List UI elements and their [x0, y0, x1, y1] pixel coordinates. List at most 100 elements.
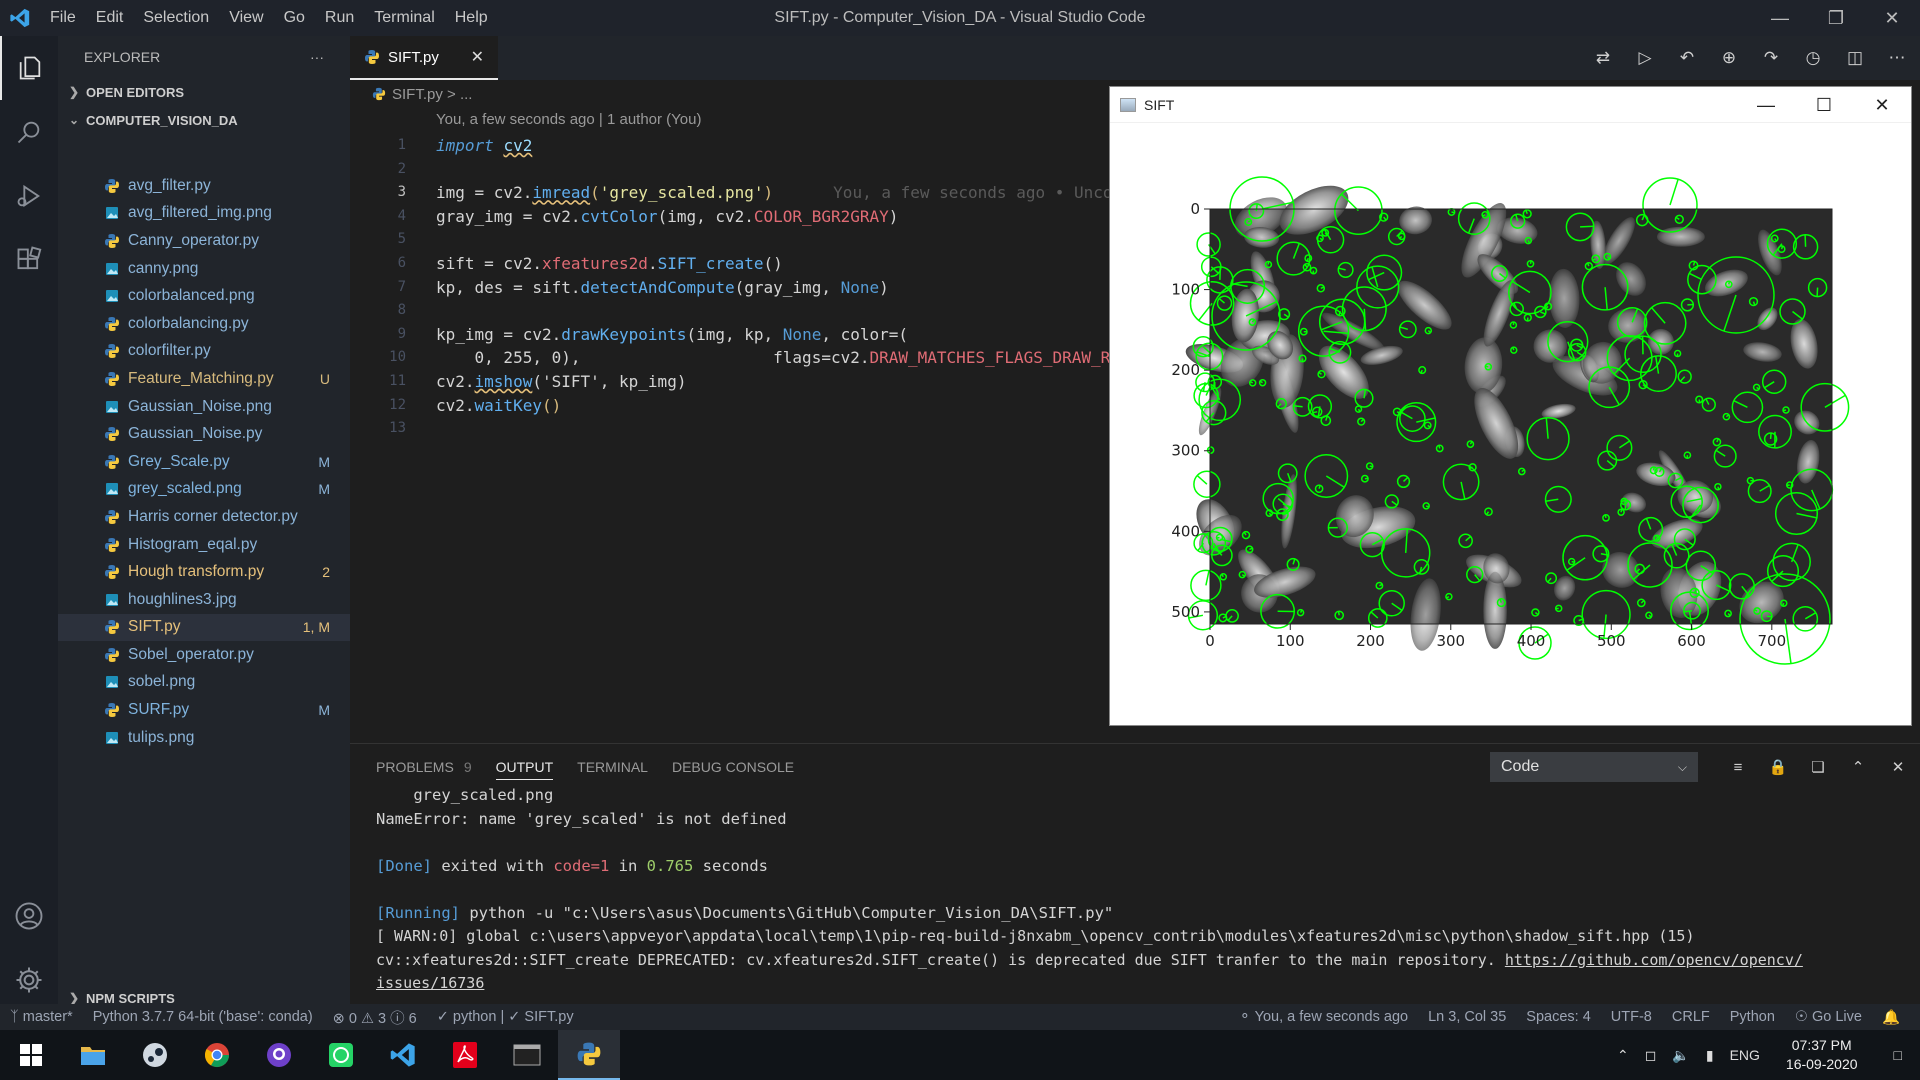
wifi-icon[interactable]: ◻	[1637, 1047, 1665, 1064]
language-mode[interactable]: Python	[1720, 1009, 1785, 1026]
sift-close-button[interactable]: ✕	[1853, 87, 1911, 123]
more-actions-icon[interactable]: ⋯	[1886, 48, 1908, 68]
extensions-icon[interactable]	[0, 228, 58, 292]
file-item[interactable]: Harris corner detector.py	[58, 503, 350, 531]
problems-summary[interactable]: ⊗ 0 ⚠ 3 ⓘ 6	[323, 1007, 427, 1028]
settings-gear-icon[interactable]	[0, 948, 58, 1012]
clock[interactable]: 07:37 PM 16-09-2020	[1768, 1036, 1876, 1074]
file-item[interactable]: Histogram_eqal.py	[58, 531, 350, 559]
run-file-icon[interactable]: ▷	[1634, 48, 1656, 68]
run-debug-icon[interactable]	[0, 164, 58, 228]
sift-maximize-button[interactable]: ☐	[1795, 87, 1853, 123]
tray-chevron-up-icon[interactable]: ⌃	[1609, 1047, 1637, 1064]
tab-close-icon[interactable]: ✕	[471, 47, 484, 67]
file-item[interactable]: Gaussian_Noise.png	[58, 393, 350, 421]
file-item[interactable]: Feature_Matching.py U	[58, 365, 350, 393]
tab-sift-py[interactable]: SIFT.py ✕	[350, 36, 498, 80]
open-editors-section[interactable]: ❯ OPEN EDITORS	[58, 78, 350, 106]
file-item[interactable]: canny.png	[58, 255, 350, 283]
file-item[interactable]: avg_filter.py	[58, 172, 350, 200]
file-item[interactable]: Hough transform.py 2	[58, 558, 350, 586]
python-taskbar-icon[interactable]	[558, 1030, 620, 1080]
whatsapp-icon[interactable]	[310, 1030, 372, 1080]
vscode-taskbar-icon[interactable]	[372, 1030, 434, 1080]
explorer-more-button[interactable]: ···	[310, 49, 324, 65]
file-item[interactable]: Sobel_operator.py	[58, 641, 350, 669]
tab-terminal[interactable]: TERMINAL	[577, 759, 648, 775]
minimize-button[interactable]: —	[1752, 0, 1808, 36]
restore-button[interactable]: ❐	[1808, 0, 1864, 36]
steam-icon[interactable]	[124, 1030, 186, 1080]
output-log[interactable]: grey_scaled.png NameError: name 'grey_sc…	[376, 784, 1900, 996]
menu-file[interactable]: File	[40, 0, 86, 36]
file-item[interactable]: colorbalanced.png	[58, 282, 350, 310]
python-interpreter[interactable]: Python 3.7.7 64-bit ('base': conda)	[83, 1009, 323, 1025]
file-item[interactable]: colorbalancing.py	[58, 310, 350, 338]
menu-terminal[interactable]: Terminal	[364, 0, 444, 36]
folder-section[interactable]: ⌄ COMPUTER_VISION_DA	[58, 106, 350, 134]
blame-status[interactable]: ⚬ You, a few seconds ago	[1229, 1009, 1418, 1026]
end-of-line[interactable]: CRLF	[1662, 1009, 1720, 1026]
menu-edit[interactable]: Edit	[86, 0, 134, 36]
file-item[interactable]: tulips.png	[58, 724, 350, 752]
lock-scroll-icon[interactable]: 🔒	[1768, 758, 1788, 776]
file-item[interactable]: Gaussian_Noise.py	[58, 420, 350, 448]
codelens-blame[interactable]: You, a few seconds ago | 1 author (You)	[436, 111, 701, 128]
input-language[interactable]: ENG	[1722, 1047, 1768, 1063]
volume-icon[interactable]: 🔈	[1664, 1047, 1697, 1064]
git-branch[interactable]: ᛉ master*	[0, 1009, 83, 1025]
file-item[interactable]: grey_scaled.png M	[58, 476, 350, 504]
battery-icon[interactable]: ▮	[1698, 1047, 1722, 1064]
open-log-icon[interactable]: ❏	[1808, 758, 1828, 776]
file-item[interactable]: SIFT.py 1, M	[58, 613, 350, 642]
github-issue-link-cont[interactable]: issues/16736	[376, 974, 484, 992]
go-live-button[interactable]: ☉ Go Live	[1785, 1009, 1872, 1026]
timeline-icon[interactable]: ◷	[1802, 48, 1824, 68]
tab-problems[interactable]: PROBLEMS 9	[376, 759, 472, 775]
next-change-icon[interactable]: ↷	[1760, 48, 1782, 68]
sift-minimize-button[interactable]: —	[1737, 87, 1795, 123]
cursor-position[interactable]: Ln 3, Col 35	[1418, 1009, 1516, 1026]
menu-run[interactable]: Run	[315, 0, 364, 36]
breadcrumb[interactable]: SIFT.py > ...	[350, 80, 1110, 108]
file-item[interactable]: colorfilter.py	[58, 338, 350, 366]
code-editor[interactable]: You, a few seconds ago | 1 author (You) …	[350, 108, 1110, 743]
menu-selection[interactable]: Selection	[133, 0, 219, 36]
search-icon[interactable]	[0, 100, 58, 164]
git-commit-icon[interactable]: ⊕	[1718, 48, 1740, 68]
file-explorer-icon[interactable]	[62, 1030, 124, 1080]
previous-change-icon[interactable]: ↶	[1676, 48, 1698, 68]
menu-go[interactable]: Go	[274, 0, 315, 36]
code-lines[interactable]: import cv2 img = cv2.imread('grey_scaled…	[436, 134, 1110, 441]
indentation[interactable]: Spaces: 4	[1516, 1009, 1601, 1026]
accounts-icon[interactable]	[0, 884, 58, 948]
tab-debug-console[interactable]: DEBUG CONSOLE	[672, 759, 794, 775]
file-item[interactable]: SURF.py M	[58, 696, 350, 724]
file-item[interactable]: avg_filtered_img.png	[58, 200, 350, 228]
file-item[interactable]: houghlines3.jpg	[58, 586, 350, 614]
notifications-bell-icon[interactable]: 🔔	[1872, 1009, 1910, 1026]
explorer-icon[interactable]	[0, 36, 58, 100]
start-windows-icon[interactable]	[0, 1030, 62, 1080]
menu-help[interactable]: Help	[445, 0, 498, 36]
menu-view[interactable]: View	[219, 0, 273, 36]
terminal-icon[interactable]	[496, 1030, 558, 1080]
acrobat-icon[interactable]	[434, 1030, 496, 1080]
sift-output-window[interactable]: SIFT — ☐ ✕ 0 100 200 300 400 500 600 700 0 100 200…	[1109, 86, 1912, 726]
compare-changes-icon[interactable]: ⇄	[1592, 48, 1614, 68]
notification-center-icon[interactable]: □	[1876, 1047, 1920, 1063]
file-item[interactable]: Canny_operator.py	[58, 227, 350, 255]
close-button[interactable]: ✕	[1864, 0, 1920, 36]
file-item[interactable]: Grey_Scale.py M	[58, 448, 350, 476]
github-issue-link[interactable]: https://github.com/opencv/opencv/	[1505, 951, 1803, 969]
output-channel-select[interactable]: Code ⌵	[1490, 752, 1698, 782]
lint-status[interactable]: ✓ python | ✓ SIFT.py	[427, 1009, 584, 1025]
chrome-icon[interactable]	[186, 1030, 248, 1080]
split-editor-icon[interactable]: ◫	[1844, 48, 1866, 68]
tab-output[interactable]: OUTPUT	[495, 759, 554, 780]
encoding[interactable]: UTF-8	[1601, 1009, 1662, 1026]
close-panel-icon[interactable]: ✕	[1888, 758, 1908, 776]
file-item[interactable]: sobel.png	[58, 669, 350, 697]
clear-output-icon[interactable]: ≡	[1728, 759, 1748, 776]
maximize-panel-icon[interactable]: ⌃	[1848, 758, 1868, 776]
